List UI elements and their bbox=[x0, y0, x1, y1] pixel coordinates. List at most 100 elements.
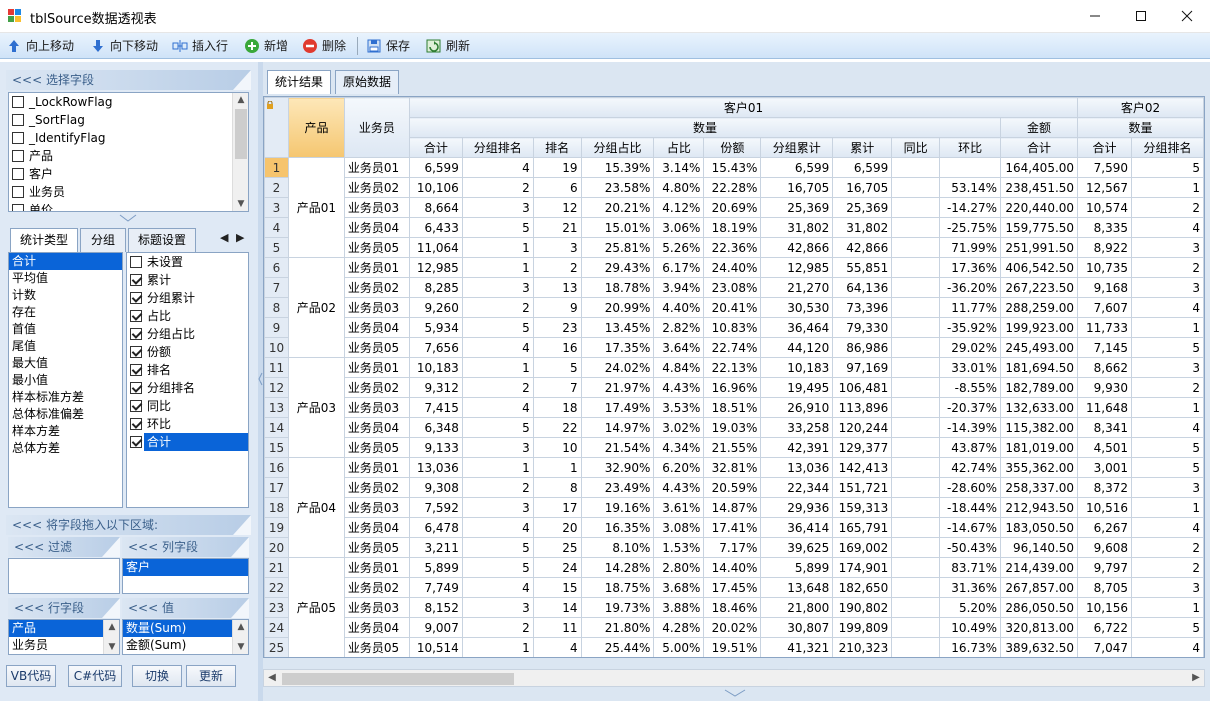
value-cell[interactable]: 3 bbox=[1131, 577, 1204, 598]
rep-cell[interactable]: 业务员02 bbox=[343, 577, 410, 598]
field-list[interactable]: _LockRowFlag _SortFlag _IdentifyFlag 产品 客户 业务… bbox=[8, 92, 249, 212]
add-button[interactable]: 新增 bbox=[242, 36, 288, 56]
field-item[interactable]: 客户 bbox=[9, 165, 232, 183]
value-cell[interactable]: 25,369 bbox=[832, 197, 893, 218]
value-cell[interactable]: 10,183 bbox=[760, 357, 834, 378]
value-cell[interactable]: 18 bbox=[532, 397, 582, 418]
row-number[interactable]: 20 bbox=[264, 537, 289, 558]
scroll-left-icon[interactable]: ◀ bbox=[264, 670, 280, 686]
stat-option-item[interactable]: 合计 bbox=[127, 433, 248, 451]
measure-header[interactable]: 排名 bbox=[532, 137, 582, 158]
value-cell[interactable]: 4 bbox=[1131, 637, 1204, 657]
value-cell[interactable]: 8,335 bbox=[1077, 217, 1132, 238]
value-cell[interactable] bbox=[939, 157, 1002, 178]
amount-cell[interactable]: 251,991.50 bbox=[1000, 237, 1079, 258]
value-cell[interactable]: 17 bbox=[532, 497, 582, 518]
value-cell[interactable]: 19.03% bbox=[703, 417, 762, 438]
value-cell[interactable]: 6,599 bbox=[760, 157, 834, 178]
scroll-up-icon[interactable]: ▲ bbox=[233, 620, 248, 634]
value-cell[interactable] bbox=[891, 377, 941, 398]
stat-option-item[interactable]: 累计 bbox=[127, 271, 248, 289]
value-cell[interactable]: 3 bbox=[1131, 357, 1204, 378]
value-cell[interactable]: 6.20% bbox=[653, 457, 705, 478]
value-cell[interactable]: 1 bbox=[532, 457, 582, 478]
amount-cell[interactable]: 245,493.00 bbox=[1000, 337, 1079, 358]
stat-option-checkbox[interactable] bbox=[130, 310, 142, 322]
stat-option-checkbox[interactable] bbox=[130, 274, 142, 286]
rep-cell[interactable]: 业务员05 bbox=[343, 237, 410, 258]
stat-option-item[interactable]: 占比 bbox=[127, 307, 248, 325]
value-cell[interactable]: 3 bbox=[461, 437, 534, 458]
value-cell[interactable]: 10,183 bbox=[408, 357, 463, 378]
value-cell[interactable]: 199,809 bbox=[832, 617, 893, 638]
value-cell[interactable]: 190,802 bbox=[832, 597, 893, 618]
amount-cell[interactable]: 181,019.00 bbox=[1000, 437, 1079, 458]
rep-cell[interactable]: 业务员05 bbox=[343, 637, 410, 657]
value-cell[interactable]: 41,321 bbox=[760, 637, 834, 657]
rep-cell[interactable]: 业务员04 bbox=[343, 617, 410, 638]
rep-cell[interactable]: 业务员02 bbox=[343, 177, 410, 198]
rep-cell[interactable]: 业务员01 bbox=[343, 357, 410, 378]
table-row[interactable]: 16 产品04 业务员01 13,036 1 1 32.90% 6.20% 32.81% 13,0… bbox=[264, 457, 1204, 558]
stat-type-item[interactable]: 首值 bbox=[9, 321, 122, 338]
scroll-down-icon[interactable]: ▼ bbox=[104, 640, 119, 654]
value-cell[interactable]: 3 bbox=[461, 597, 534, 618]
value-field-area[interactable]: 数量(Sum) 金额(Sum) ▲ ▼ bbox=[122, 619, 249, 655]
value-cell[interactable] bbox=[891, 157, 941, 178]
value-cell[interactable]: 43.87% bbox=[939, 437, 1002, 458]
value-cell[interactable]: 25.81% bbox=[580, 237, 655, 258]
stat-type-item[interactable]: 样本标准方差 bbox=[9, 389, 122, 406]
value-cell[interactable]: 10,106 bbox=[408, 177, 463, 198]
rep-cell[interactable]: 业务员03 bbox=[343, 197, 410, 218]
value-cell[interactable]: 21.80% bbox=[580, 617, 655, 638]
amount-cell[interactable]: 406,542.50 bbox=[1000, 257, 1079, 278]
scroll-right-icon[interactable]: ▶ bbox=[1188, 670, 1204, 686]
value-cell[interactable]: 3 bbox=[1131, 277, 1204, 298]
table-row[interactable]: 2 业务员02 10,106 2 6 23.58% 4.80% 22.28% 16,705 16,… bbox=[264, 177, 1204, 198]
value-cell[interactable] bbox=[891, 537, 941, 558]
value-cell[interactable] bbox=[891, 477, 941, 498]
value-cell[interactable]: 33.01% bbox=[939, 357, 1002, 378]
amount-cell[interactable]: 115,382.00 bbox=[1000, 417, 1079, 438]
row-number[interactable]: 1 bbox=[264, 157, 289, 178]
customer-header[interactable]: 客户02 bbox=[1077, 97, 1204, 118]
value-cell[interactable]: 11.77% bbox=[939, 297, 1002, 318]
table-row[interactable]: 17 业务员02 9,308 2 8 23.49% 4.43% 20.59% 22,344 151… bbox=[264, 477, 1204, 498]
value-cell[interactable]: 5,934 bbox=[408, 317, 463, 338]
value-cell[interactable]: 18.78% bbox=[580, 277, 655, 298]
value-cell[interactable]: 1 bbox=[461, 257, 534, 278]
value-cell[interactable]: 3,211 bbox=[408, 537, 463, 558]
tab-scroll-right-icon[interactable]: ▶ bbox=[236, 231, 244, 244]
row-field-area[interactable]: 产品 业务员 ▲ ▼ bbox=[8, 619, 120, 655]
measure-header[interactable]: 合计 bbox=[1000, 137, 1079, 158]
stat-type-item[interactable]: 计数 bbox=[9, 287, 122, 304]
value-cell[interactable]: 13.45% bbox=[580, 317, 655, 338]
field-checkbox[interactable] bbox=[12, 168, 24, 180]
value-cell[interactable]: 10.83% bbox=[703, 317, 762, 338]
value-cell[interactable]: 16,705 bbox=[832, 177, 893, 198]
value-cell[interactable]: 5 bbox=[1131, 337, 1204, 358]
value-cell[interactable]: 3,001 bbox=[1077, 457, 1132, 478]
amount-cell[interactable]: 96,140.50 bbox=[1000, 537, 1079, 558]
scroll-up-icon[interactable]: ▲ bbox=[233, 93, 248, 107]
row-number[interactable]: 10 bbox=[264, 337, 289, 358]
row-field-item[interactable]: 产品 bbox=[9, 620, 103, 637]
value-cell[interactable]: -35.92% bbox=[939, 317, 1002, 338]
value-cell[interactable]: 10,514 bbox=[408, 637, 463, 657]
minimize-button[interactable] bbox=[1072, 0, 1118, 32]
row-number[interactable]: 15 bbox=[264, 437, 289, 458]
table-row[interactable]: 13 业务员03 7,415 4 18 17.49% 3.53% 18.51% 26,910 11… bbox=[264, 397, 1204, 418]
value-cell[interactable]: 1 bbox=[461, 457, 534, 478]
value-cell[interactable]: 6,599 bbox=[408, 157, 463, 178]
close-button[interactable] bbox=[1164, 0, 1210, 32]
amount-cell[interactable]: 389,632.50 bbox=[1000, 637, 1079, 657]
value-cell[interactable]: 5 bbox=[461, 317, 534, 338]
vb-code-button[interactable]: VB代码 bbox=[6, 665, 56, 687]
value-cell[interactable]: 3 bbox=[1131, 237, 1204, 258]
value-cell[interactable]: 13,648 bbox=[760, 577, 834, 598]
value-cell[interactable]: 17.49% bbox=[580, 397, 655, 418]
field-item[interactable]: _IdentifyFlag bbox=[9, 129, 232, 147]
value-cell[interactable] bbox=[891, 457, 941, 478]
value-cell[interactable]: 7 bbox=[532, 377, 582, 398]
measure-header[interactable]: 分组累计 bbox=[760, 137, 834, 158]
